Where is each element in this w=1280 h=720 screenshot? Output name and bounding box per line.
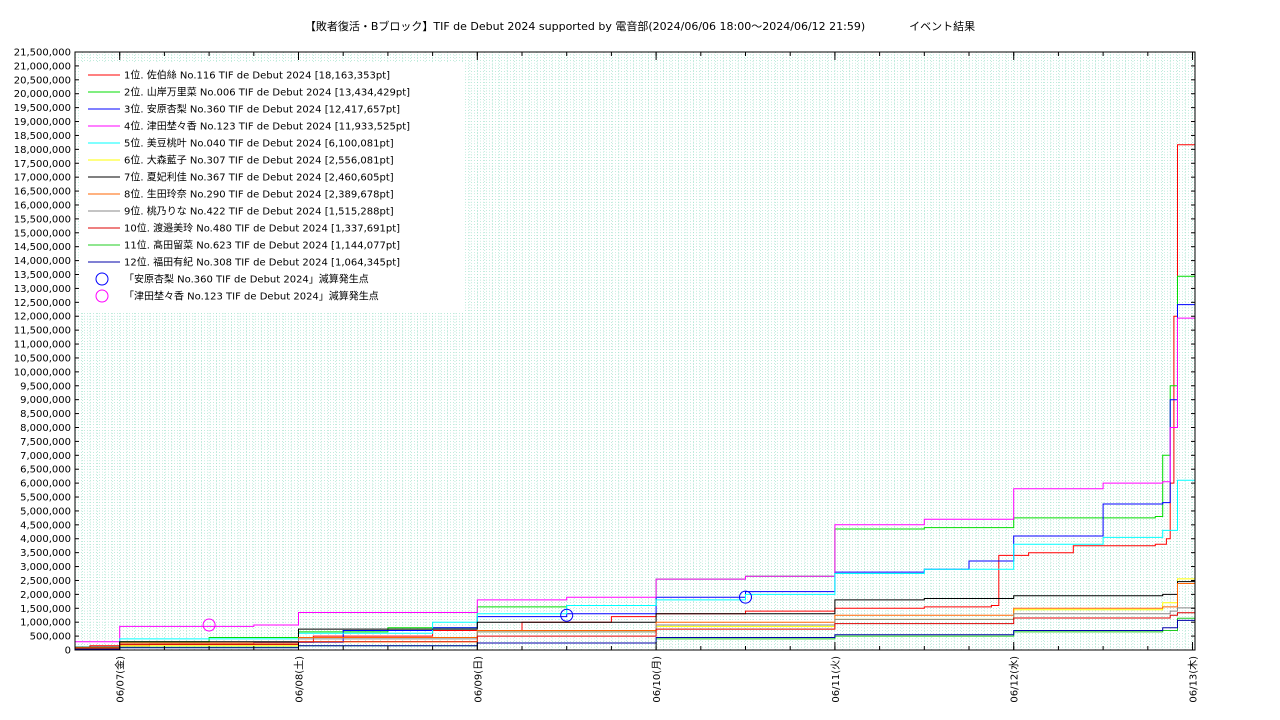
y-tick-label: 14,500,000: [14, 242, 71, 253]
y-tick-label: 2,000,000: [20, 590, 71, 601]
y-tick-label: 18,500,000: [14, 131, 71, 142]
legend: 1位. 佐伯絲 No.116 TIF de Debut 2024 [18,163…: [80, 62, 465, 312]
y-tick-label: 10,500,000: [14, 353, 71, 364]
y-tick-label: 6,500,000: [20, 465, 71, 476]
legend-entry: 10位. 渡邉美玲 No.480 TIF de Debut 2024 [1,33…: [124, 222, 400, 235]
y-tick-label: 16,500,000: [14, 187, 71, 198]
y-tick-label: 17,000,000: [14, 173, 71, 184]
y-tick-label: 4,500,000: [20, 520, 71, 531]
y-tick-label: 10,000,000: [14, 367, 71, 378]
x-tick-label: 06/11(火): [830, 656, 842, 703]
y-tick-label: 9,000,000: [20, 395, 71, 406]
y-tick-label: 4,000,000: [20, 534, 71, 545]
legend-entry: 3位. 安原杏梨 No.360 TIF de Debut 2024 [12,41…: [124, 103, 400, 116]
x-tick-label: 06/10(月): [651, 656, 663, 703]
x-tick-label: 06/09(日): [473, 656, 484, 703]
legend-entry: 11位. 髙田留菜 No.623 TIF de Debut 2024 [1,14…: [124, 239, 400, 252]
y-tick-label: 19,500,000: [14, 103, 71, 114]
y-tick-label: 13,000,000: [14, 284, 71, 295]
legend-entry: 「津田埜々香 No.123 TIF de Debut 2024」減算発生点: [124, 290, 379, 303]
legend-entry: 6位. 大森藍子 No.307 TIF de Debut 2024 [2,556…: [124, 154, 394, 167]
y-tick-label: 8,000,000: [20, 423, 71, 434]
y-tick-label: 20,000,000: [14, 89, 71, 100]
y-tick-label: 0: [65, 646, 71, 657]
legend-entry: 4位. 津田埜々香 No.123 TIF de Debut 2024 [11,9…: [124, 120, 410, 133]
y-tick-label: 21,000,000: [14, 61, 71, 72]
y-tick-label: 9,500,000: [20, 381, 71, 392]
y-tick-label: 11,500,000: [14, 326, 71, 337]
legend-entry: 12位. 福田有紀 No.308 TIF de Debut 2024 [1,06…: [124, 256, 400, 269]
legend-entry: 9位. 桃乃りな No.422 TIF de Debut 2024 [1,515…: [124, 205, 394, 218]
legend-entry: 8位. 生田玲奈 No.290 TIF de Debut 2024 [2,389…: [124, 188, 394, 201]
y-tick-label: 3,000,000: [20, 562, 71, 573]
y-tick-label: 20,500,000: [14, 75, 71, 86]
line-chart: 0 500,000 1,000,000 1,500,000 2,000,000 2,500…: [14, 48, 1200, 703]
y-tick-label: 14,000,000: [14, 256, 71, 267]
y-tick-label: 5,500,000: [20, 493, 71, 504]
y-tick-label: 1,500,000: [20, 604, 71, 615]
y-tick-label: 7,500,000: [20, 437, 71, 448]
y-tick-label: 15,500,000: [14, 214, 71, 225]
y-tick-label: 11,000,000: [14, 340, 71, 351]
y-tick-label: 1,000,000: [20, 618, 71, 629]
y-tick-label: 19,000,000: [14, 117, 71, 128]
y-tick-label: 6,000,000: [20, 479, 71, 490]
y-tick-label: 18,000,000: [14, 145, 71, 156]
y-tick-label: 3,500,000: [20, 548, 71, 559]
y-tick-label: 13,500,000: [14, 270, 71, 281]
y-tick-label: 21,500,000: [14, 48, 71, 59]
legend-entry: 1位. 佐伯絲 No.116 TIF de Debut 2024 [18,163…: [124, 69, 390, 82]
y-tick-label: 12,000,000: [14, 312, 71, 323]
legend-entry: 「安原杏梨 No.360 TIF de Debut 2024」減算発生点: [124, 273, 369, 286]
x-tick-label: 06/13(木): [1188, 656, 1200, 703]
y-tick-label: 16,000,000: [14, 200, 71, 211]
y-tick-label: 5,000,000: [20, 506, 71, 517]
y-tick-label: 7,000,000: [20, 451, 71, 462]
x-tick-label: 06/12(水): [1009, 656, 1021, 703]
legend-entry: 2位. 山岸万里菜 No.006 TIF de Debut 2024 [13,4…: [124, 86, 410, 99]
y-tick-label: 500,000: [30, 632, 71, 643]
legend-entry: 7位. 夏妃利佳 No.367 TIF de Debut 2024 [2,460…: [124, 171, 394, 184]
x-tick-label: 06/08(土): [293, 656, 306, 703]
legend-entry: 5位. 美豆桃叶 No.040 TIF de Debut 2024 [6,100…: [124, 137, 394, 150]
y-tick-label: 17,500,000: [14, 159, 71, 170]
y-tick-label: 2,500,000: [20, 576, 71, 587]
y-tick-label: 12,500,000: [14, 298, 71, 309]
y-tick-label: 8,500,000: [20, 409, 71, 420]
y-tick-label: 15,000,000: [14, 228, 71, 239]
x-tick-label: 06/07(金): [114, 656, 127, 703]
